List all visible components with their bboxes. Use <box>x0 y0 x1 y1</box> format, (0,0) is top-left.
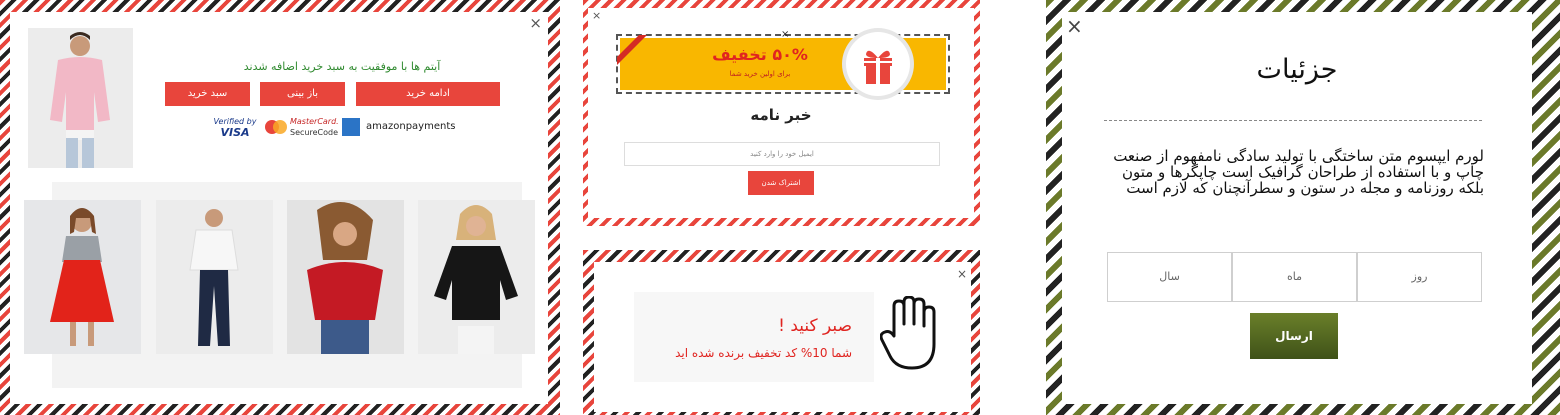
cart-popup: × آیتم ها با موفقیت به سبد خرید اضافه شد… <box>0 0 560 415</box>
product-card[interactable] <box>287 200 404 354</box>
details-popup-body: × جزئیات لورم ایپسوم متن ساختگی با تولید… <box>1062 12 1532 404</box>
details-popup: × جزئیات لورم ایپسوم متن ساختگی با تولید… <box>1046 0 1560 415</box>
model-white-shirt-image <box>156 200 273 354</box>
wait-message: شما 10% کد تخفیف برنده شده اید <box>675 346 852 360</box>
continue-shopping-button[interactable]: ادامه خرید <box>356 82 500 106</box>
gift-icon <box>864 50 892 84</box>
wait-popup: × صبر کنید ! شما 10% کد تخفیف برنده شده … <box>583 250 980 415</box>
corner-ribbon-icon <box>617 35 647 65</box>
newsletter-popup-body: × ۵۰% تخفیف برای اولین خرید شما × خبر نا… <box>588 8 974 218</box>
year-field[interactable]: سال <box>1107 252 1232 302</box>
product-card[interactable] <box>156 200 273 354</box>
details-body-text: لورم ایپسوم متن ساختگی با تولید سادگی نا… <box>1113 147 1484 197</box>
cart-button[interactable]: سبد خرید <box>165 82 250 106</box>
details-title: جزئیات <box>1256 54 1338 85</box>
discount-subtitle: برای اولین خرید شما <box>729 70 791 78</box>
day-field[interactable]: روز <box>1357 252 1482 302</box>
amex-icon <box>342 116 362 138</box>
close-icon[interactable]: × <box>1066 16 1083 36</box>
model-red-skirt-image <box>24 200 141 354</box>
model-pink-sweater-image <box>28 28 133 168</box>
mastercard-circles-icon <box>264 116 288 138</box>
subscribe-button[interactable]: اشتراک شدن <box>748 171 814 195</box>
model-black-blouse-image <box>418 200 535 354</box>
wait-popup-body: × صبر کنید ! شما 10% کد تخفیف برنده شده … <box>594 262 971 412</box>
stop-hand-icon <box>880 296 936 370</box>
newsletter-title: خبر نامه <box>750 106 812 124</box>
product-card[interactable] <box>24 200 141 354</box>
banner-close-icon[interactable]: × <box>781 30 789 40</box>
cart-popup-body: × آیتم ها با موفقیت به سبد خرید اضافه شد… <box>10 12 548 404</box>
newsletter-popup: × ۵۰% تخفیف برای اولین خرید شما × خبر نا… <box>583 0 980 226</box>
month-field[interactable]: ماه <box>1232 252 1357 302</box>
amazon-payments-logo: amazonpayments <box>366 121 456 132</box>
model-red-top-image <box>287 200 404 354</box>
gift-icon-badge <box>846 32 910 96</box>
message-card <box>634 292 874 382</box>
divider <box>1104 120 1482 121</box>
success-message: آیتم ها با موفقیت به سبد خرید اضافه شدند <box>243 60 441 73</box>
mastercard-securecode-logo: MasterCard. SecureCode <box>290 117 339 137</box>
discount-title: ۵۰% تخفیف <box>712 45 808 64</box>
email-input[interactable]: ایمیل خود را وارد کنید <box>624 142 940 166</box>
close-icon[interactable]: × <box>957 268 967 280</box>
wait-title: صبر کنید ! <box>778 316 852 336</box>
close-icon[interactable]: × <box>529 16 542 31</box>
review-button[interactable]: باز بینی <box>260 82 345 106</box>
verified-by-visa-logo: Verified by VISA <box>213 117 257 139</box>
submit-button[interactable]: ارسال <box>1250 313 1338 359</box>
product-card[interactable] <box>418 200 535 354</box>
close-icon[interactable]: × <box>592 10 601 21</box>
product-thumbnail <box>28 28 133 168</box>
